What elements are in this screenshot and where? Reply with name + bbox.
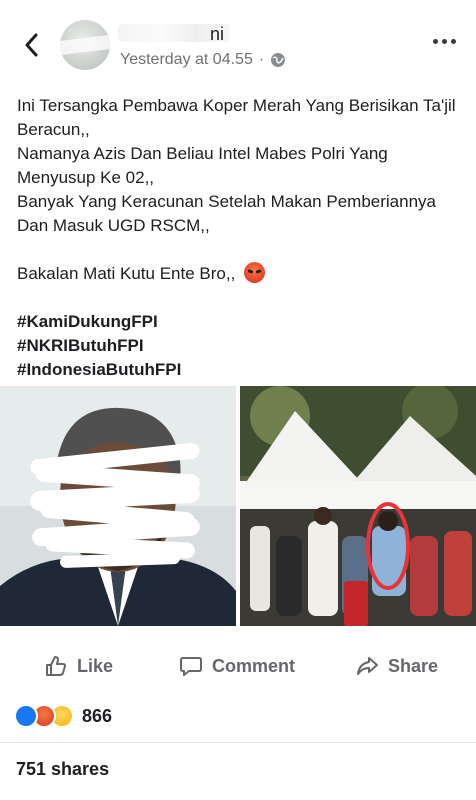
comment-label: Comment bbox=[212, 655, 296, 676]
meta-separator: · bbox=[258, 51, 265, 68]
back-button[interactable] bbox=[18, 30, 44, 60]
author-name[interactable]: ni bbox=[210, 24, 224, 45]
angry-face-icon bbox=[244, 262, 266, 283]
shares-count[interactable]: 751 shares bbox=[16, 759, 109, 780]
post-closing-line: Bakalan Mati Kutu Ente Bro,, bbox=[17, 262, 467, 286]
globe-icon bbox=[271, 53, 286, 67]
share-button[interactable]: Share bbox=[355, 654, 438, 678]
like-label: Like bbox=[77, 655, 114, 676]
more-dot bbox=[433, 39, 438, 44]
reaction-count: 866 bbox=[82, 705, 113, 726]
hashtag-list: #KamiDukungFPI #NKRIButuhFPI #IndonesiaB… bbox=[17, 310, 181, 382]
crowd-under-tents-photo-highlighted bbox=[240, 386, 476, 626]
right-photo[interactable] bbox=[240, 386, 476, 626]
stats-divider bbox=[0, 742, 476, 743]
post-actions: Like Comment Share bbox=[0, 646, 476, 686]
post-header: ni Yesterday at 04.55 · bbox=[0, 0, 476, 82]
photo-grid bbox=[0, 386, 476, 626]
reactions-summary[interactable]: 866 bbox=[14, 704, 112, 728]
like-button[interactable]: Like bbox=[44, 654, 113, 678]
hashtag-link[interactable]: #IndonesiaButuhFPI bbox=[17, 358, 181, 382]
post-body: Ini Tersangka Pembawa Koper Merah Yang B… bbox=[17, 94, 467, 286]
hashtag-link[interactable]: #NKRIButuhFPI bbox=[17, 334, 181, 358]
post-line-3: Banyak Yang Keracunan Setelah Makan Pemb… bbox=[17, 192, 436, 235]
share-label: Share bbox=[388, 655, 439, 676]
share-icon bbox=[357, 657, 378, 675]
portrait-photo-obscured bbox=[0, 386, 236, 626]
more-options-button[interactable] bbox=[433, 39, 456, 44]
post-meta: Yesterday at 04.55 · bbox=[120, 51, 286, 69]
post-line-2: Namanya Azis Dan Beliau Intel Mabes Polr… bbox=[17, 144, 388, 187]
post-closing-text: Bakalan Mati Kutu Ente Bro,, bbox=[17, 264, 236, 283]
left-photo[interactable] bbox=[0, 386, 236, 626]
comment-button[interactable]: Comment bbox=[179, 654, 295, 678]
post-timestamp[interactable]: Yesterday at 04.55 bbox=[120, 51, 253, 69]
post-line-1: Ini Tersangka Pembawa Koper Merah Yang B… bbox=[17, 96, 456, 139]
more-dot bbox=[451, 39, 456, 44]
more-dot bbox=[442, 39, 447, 44]
like-icon bbox=[46, 656, 66, 676]
chevron-left-icon bbox=[25, 33, 38, 57]
comment-icon bbox=[180, 657, 202, 676]
like-reaction-icon bbox=[14, 704, 38, 728]
author-avatar[interactable] bbox=[60, 20, 110, 70]
hashtag-link[interactable]: #KamiDukungFPI bbox=[17, 310, 181, 334]
